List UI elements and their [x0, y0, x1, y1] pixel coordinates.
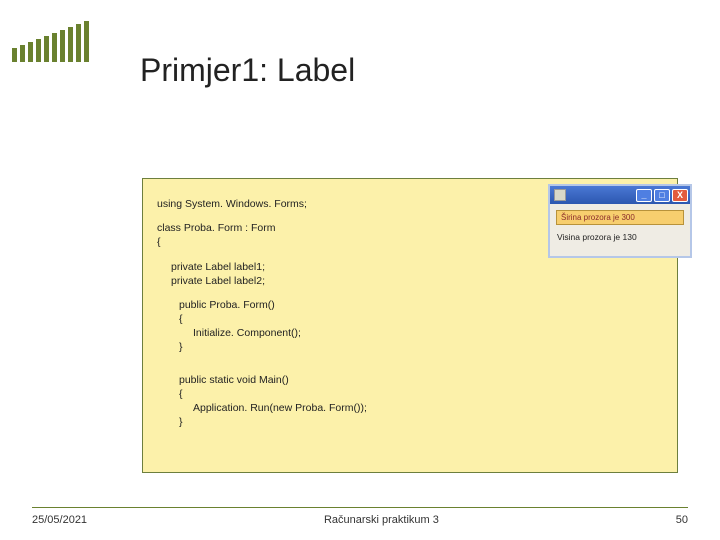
label1-control: Širina prozora je 300 [556, 210, 684, 225]
example-window: _ □ X Širina prozora je 300 Visina prozo… [548, 184, 692, 258]
code-line: Application. Run(new Proba. Form()); [157, 401, 665, 415]
decor-bars [12, 20, 89, 62]
code-line: public static void Main() [157, 373, 665, 387]
label2-control: Visina prozora je 130 [556, 230, 684, 244]
window-titlebar: _ □ X [550, 186, 690, 204]
slide-footer: 25/05/2021 Računarski praktikum 3 50 [32, 507, 688, 526]
window-buttons: _ □ X [636, 189, 688, 202]
footer-date: 25/05/2021 [32, 514, 87, 526]
code-line: { [157, 387, 665, 401]
close-button[interactable]: X [672, 189, 688, 202]
code-line: Initialize. Component(); [157, 326, 665, 340]
code-line: } [157, 415, 665, 429]
window-app-icon [554, 189, 566, 201]
code-line: { [157, 312, 665, 326]
footer-course: Računarski praktikum 3 [324, 514, 439, 526]
window-client-area: Širina prozora je 300 Visina prozora je … [550, 204, 690, 256]
code-line: public Proba. Form() [157, 298, 665, 312]
code-line: private Label label2; [157, 274, 665, 288]
slide-title: Primjer1: Label [140, 52, 355, 89]
maximize-button[interactable]: □ [654, 189, 670, 202]
footer-page: 50 [676, 514, 688, 526]
code-line: private Label label1; [157, 260, 665, 274]
minimize-button[interactable]: _ [636, 189, 652, 202]
code-line: } [157, 340, 665, 354]
